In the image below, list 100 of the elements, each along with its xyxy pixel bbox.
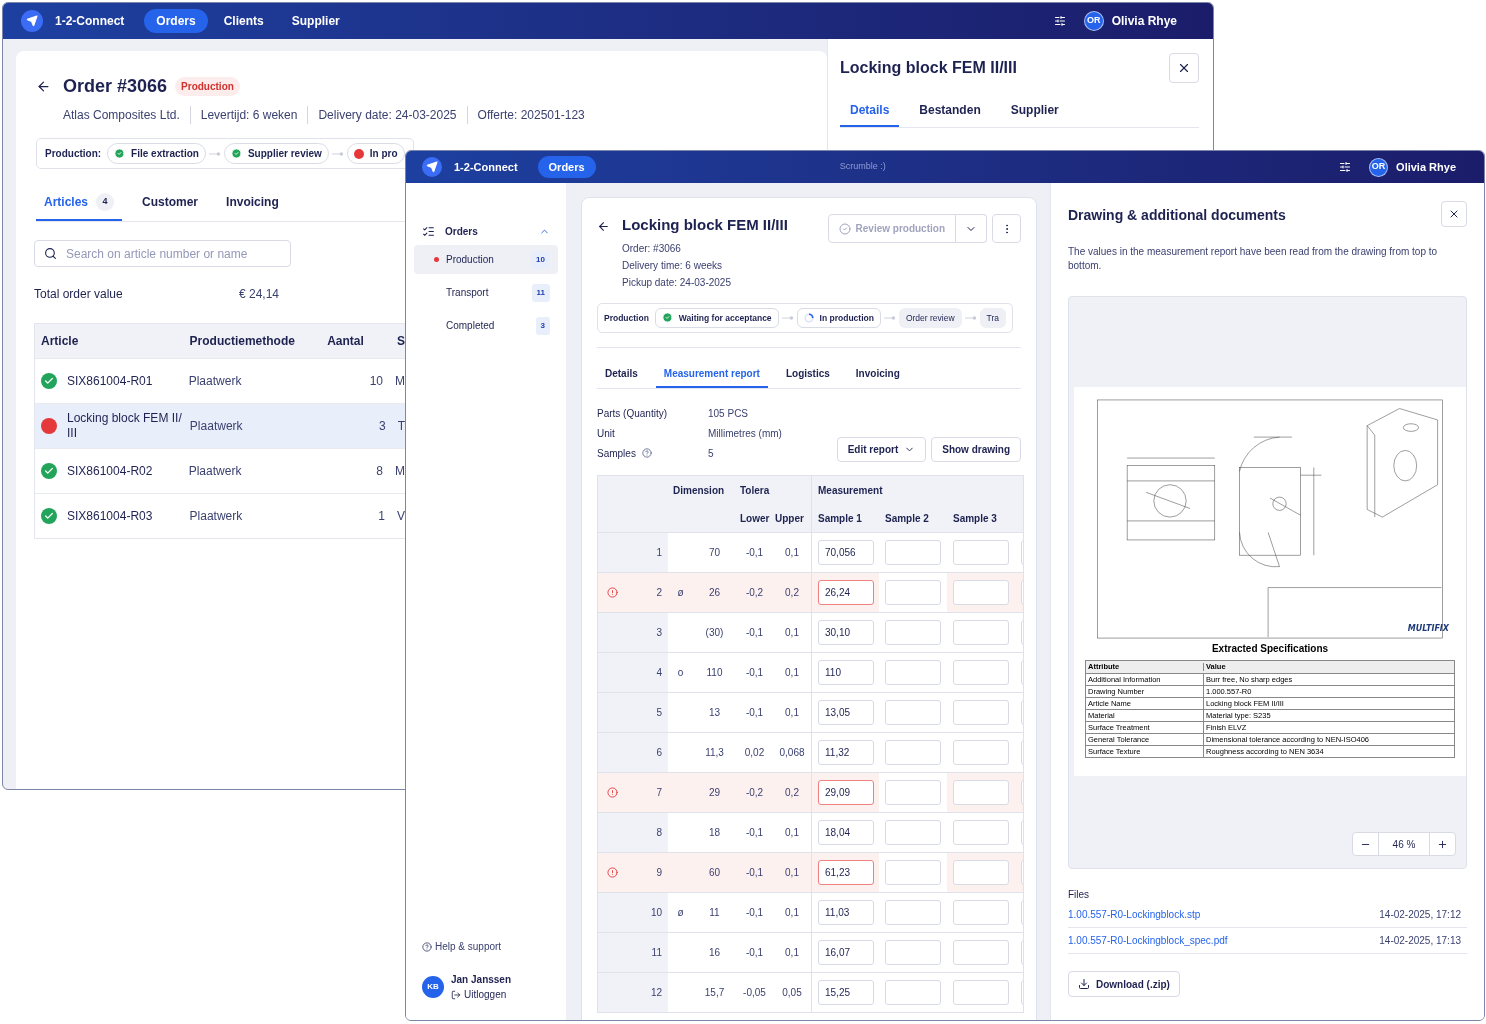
table-cell-text: Plaatwerk bbox=[188, 463, 243, 480]
sample-input[interactable] bbox=[953, 860, 1009, 886]
row-number: 2 bbox=[656, 586, 662, 601]
nav-tab[interactable]: Orders bbox=[144, 9, 208, 33]
row-number: 6 bbox=[656, 746, 662, 761]
avatar: KB bbox=[422, 976, 444, 998]
sample-input[interactable]: 70,056 bbox=[818, 540, 874, 566]
search-field[interactable]: Search on article number or name bbox=[34, 240, 291, 267]
tab[interactable]: Bestanden bbox=[909, 101, 991, 127]
logo-icon bbox=[422, 157, 442, 177]
logout-link[interactable]: Uitloggen bbox=[451, 987, 512, 1002]
sample-input[interactable]: 11,32 bbox=[818, 740, 874, 766]
show-drawing-button[interactable]: Show drawing bbox=[931, 437, 1021, 463]
tab[interactable]: Logistics bbox=[777, 366, 838, 389]
sample-input[interactable] bbox=[885, 940, 941, 966]
close-button[interactable] bbox=[1169, 53, 1199, 83]
info-value: 5 bbox=[708, 446, 714, 461]
download-button[interactable]: Download (.zip) bbox=[1068, 971, 1180, 997]
tab[interactable]: Measurement report bbox=[655, 366, 768, 389]
header-note: Scrumble :) bbox=[839, 160, 886, 174]
table-cell-text: -0,2 bbox=[745, 786, 764, 801]
sample-input[interactable]: 30,10 bbox=[818, 620, 874, 646]
sample-input[interactable] bbox=[885, 980, 941, 1006]
table-cell-text: 0,1 bbox=[785, 706, 799, 721]
sample-input[interactable]: 15,25 bbox=[818, 980, 874, 1006]
sample-input[interactable] bbox=[953, 780, 1009, 806]
spec-title: Extracted Specifications bbox=[1211, 642, 1329, 656]
file-link[interactable]: 1.00.557-R0-Lockingblock_spec.pdf bbox=[1068, 933, 1228, 948]
sample-input[interactable] bbox=[885, 740, 941, 766]
more-button[interactable] bbox=[992, 214, 1021, 243]
sample-input[interactable] bbox=[885, 780, 941, 806]
close-button[interactable] bbox=[1441, 201, 1467, 227]
sample-input[interactable] bbox=[953, 660, 1009, 686]
table-cell-text: 0,2 bbox=[785, 786, 799, 801]
sample-input[interactable]: 110 bbox=[818, 660, 874, 686]
sample-input[interactable]: 16,07 bbox=[818, 940, 874, 966]
sample-input[interactable] bbox=[885, 700, 941, 726]
row-number: 4 bbox=[656, 666, 662, 681]
sample-input[interactable] bbox=[885, 820, 941, 846]
sample-input[interactable] bbox=[953, 620, 1009, 646]
connector-icon bbox=[331, 150, 344, 157]
order-meta: Offerte: 202501-123 bbox=[466, 106, 585, 124]
sample-input[interactable] bbox=[953, 580, 1009, 606]
warning-icon bbox=[607, 587, 618, 599]
sample-input[interactable] bbox=[953, 740, 1009, 766]
table-cell-text: 0,05 bbox=[782, 986, 802, 1001]
checklist-icon bbox=[422, 224, 435, 238]
panel-title: Drawing & additional documents bbox=[1068, 206, 1286, 225]
sidebar-item[interactable]: Production 10 bbox=[414, 245, 558, 274]
sidebar-group[interactable]: Orders bbox=[414, 221, 558, 241]
settings-icon[interactable] bbox=[1339, 161, 1352, 173]
tab[interactable]: Customer bbox=[134, 193, 207, 221]
avatar: OR bbox=[1083, 11, 1104, 31]
nav-tab[interactable]: Orders bbox=[537, 155, 596, 179]
edit-report-button[interactable]: Edit report bbox=[836, 437, 927, 463]
help-link[interactable]: Help & support bbox=[414, 939, 558, 954]
sample-input[interactable]: 11,03 bbox=[818, 900, 874, 926]
user-name: Olivia Rhye bbox=[1396, 159, 1456, 175]
tab[interactable]: Supplier bbox=[1000, 101, 1069, 127]
nav-tab[interactable]: Clients bbox=[211, 9, 276, 33]
sample-input[interactable]: 18,04 bbox=[818, 820, 874, 846]
file-link[interactable]: 1.00.557-R0-Lockingblock.stp bbox=[1068, 907, 1201, 922]
sample-input[interactable] bbox=[953, 700, 1009, 726]
tab[interactable]: Invoicing bbox=[847, 366, 908, 389]
brand-name: 1-2-Connect bbox=[454, 159, 518, 175]
back-icon[interactable] bbox=[36, 79, 51, 94]
sample-input[interactable] bbox=[885, 900, 941, 926]
step-chip: Waiting for acceptance bbox=[654, 307, 779, 329]
table-cell-text: 110 bbox=[706, 666, 723, 681]
sample-input[interactable] bbox=[953, 940, 1009, 966]
nav-tab[interactable]: Supplier bbox=[279, 9, 352, 33]
steps-label: Production bbox=[604, 311, 649, 325]
sample-input[interactable] bbox=[885, 620, 941, 646]
sample-input[interactable] bbox=[885, 860, 941, 886]
sample-input[interactable] bbox=[885, 540, 941, 566]
sample-input[interactable] bbox=[953, 540, 1009, 566]
settings-icon[interactable] bbox=[1053, 15, 1066, 27]
sample-input[interactable] bbox=[953, 820, 1009, 846]
tab[interactable]: Articles 4 bbox=[36, 193, 123, 221]
table-cell-text: 16 bbox=[708, 946, 721, 961]
sample-input[interactable]: 13,05 bbox=[818, 700, 874, 726]
sample-input[interactable] bbox=[885, 660, 941, 686]
tab[interactable]: Invoicing bbox=[218, 193, 287, 221]
sample-input[interactable]: 26,24 bbox=[818, 580, 874, 606]
sample-input[interactable] bbox=[953, 980, 1009, 1006]
tab[interactable]: Details bbox=[840, 101, 900, 127]
table-cell-text: (30) bbox=[705, 626, 724, 641]
dropdown-button[interactable] bbox=[956, 214, 987, 243]
drawer-title: Locking block FEM II/III bbox=[840, 58, 1017, 78]
file-date: 14-02-2025, 17:13 bbox=[1379, 934, 1461, 948]
table-cell-text: 11,3 bbox=[705, 746, 724, 761]
table-cell-text: 13 bbox=[708, 706, 721, 721]
sample-input[interactable] bbox=[885, 580, 941, 606]
total-value: € 24,14 bbox=[239, 286, 280, 303]
tab[interactable]: Details bbox=[597, 366, 646, 389]
help-icon bbox=[422, 941, 432, 952]
sample-input[interactable]: 29,09 bbox=[818, 780, 874, 806]
sample-input[interactable]: 61,23 bbox=[818, 860, 874, 886]
sample-input[interactable] bbox=[953, 900, 1009, 926]
back-icon[interactable] bbox=[597, 220, 610, 233]
